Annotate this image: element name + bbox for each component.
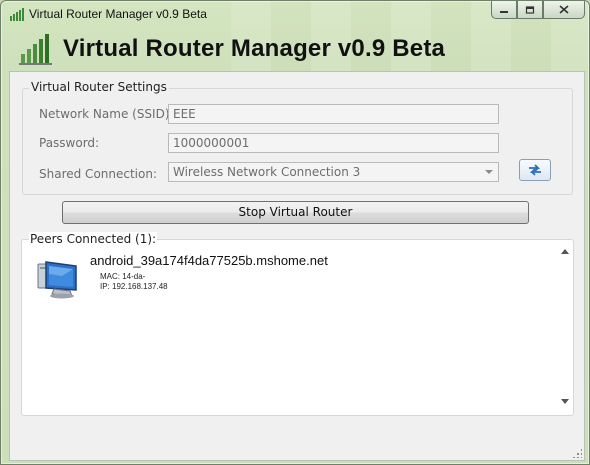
password-field[interactable]: 1000000001 <box>168 133 499 153</box>
settings-legend: Virtual Router Settings <box>29 80 169 94</box>
minimize-icon <box>500 10 508 13</box>
shared-connection-label: Shared Connection: <box>39 167 158 181</box>
ssid-label: Network Name (SSID): <box>39 107 174 121</box>
peer-hostname: android_39a174f4da77525b.mshome.net <box>90 253 328 268</box>
peer-mac: MAC: 14-da- <box>100 272 146 281</box>
scroll-up-icon[interactable] <box>561 249 569 254</box>
peer-item[interactable]: android_39a174f4da77525b.mshome.net MAC:… <box>32 253 512 303</box>
signal-bars-icon <box>10 8 24 21</box>
main-panel: Virtual Router Settings Network Name (SS… <box>9 71 585 461</box>
signal-bars-icon <box>19 34 52 65</box>
close-icon <box>559 5 569 14</box>
restore-button[interactable] <box>517 1 543 19</box>
scroll-down-icon[interactable] <box>561 399 569 404</box>
computer-monitor-icon <box>37 261 77 299</box>
shared-connection-value: Wireless Network Connection 3 <box>173 165 361 179</box>
peers-group: Peers Connected (1): android_39a174f4da7… <box>21 232 574 416</box>
minimize-button[interactable] <box>491 1 517 19</box>
title-bar[interactable]: Virtual Router Manager v0.9 Beta <box>1 1 589 27</box>
app-window: Virtual Router Manager v0.9 Beta Virtual… <box>0 0 590 465</box>
shared-connection-select[interactable]: Wireless Network Connection 3 <box>168 162 499 182</box>
app-header: Virtual Router Manager v0.9 Beta <box>19 31 445 67</box>
peer-ip: IP: 192.168.137.48 <box>100 282 168 291</box>
password-label: Password: <box>39 136 100 150</box>
ssid-field[interactable]: EEE <box>168 104 499 124</box>
chevron-down-icon <box>485 170 493 174</box>
peers-scrollbar[interactable] <box>558 244 572 409</box>
close-button[interactable] <box>543 1 585 19</box>
window-controls <box>491 1 585 19</box>
app-title: Virtual Router Manager v0.9 Beta <box>63 35 446 62</box>
resize-grip[interactable] <box>572 448 582 458</box>
stop-virtual-router-button[interactable]: Stop Virtual Router <box>62 201 529 224</box>
peers-legend: Peers Connected (1): <box>29 232 158 246</box>
settings-group: Virtual Router Settings Network Name (SS… <box>22 80 573 195</box>
refresh-icon <box>529 164 541 176</box>
restore-icon <box>525 6 535 14</box>
window-title: Virtual Router Manager v0.9 Beta <box>29 7 207 21</box>
refresh-connections-button[interactable] <box>519 159 551 181</box>
